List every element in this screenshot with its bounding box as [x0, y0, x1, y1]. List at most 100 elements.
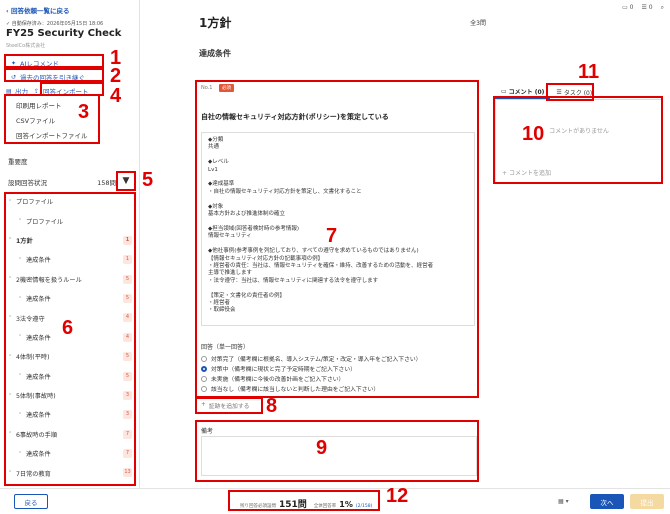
chevron-icon: ⌃: [18, 256, 23, 263]
importance-label[interactable]: 重要度: [8, 156, 28, 166]
required-badge: 必須: [219, 84, 234, 92]
tree-item-label: 達成条件: [26, 334, 51, 342]
unanswered-count-badge: 4: [123, 313, 132, 323]
answer-label: 回答（単一回答）: [201, 344, 250, 351]
chevron-icon: ⌃: [18, 450, 23, 457]
tree-item-label: 1方針: [16, 237, 33, 245]
chevron-icon: ⌃: [8, 276, 13, 283]
question-detail[interactable]: ◆分類 共通 ◆レベル Lv1 ◆達成基準 ・自社の情報セキュリティ対応方針を策…: [201, 132, 475, 326]
answer-option[interactable]: 未実施（備考欄に今後の改善計画をご記入下さい）: [201, 374, 344, 383]
plus-icon: +: [201, 402, 206, 408]
question-count: 全3問: [470, 20, 486, 27]
add-evidence-button[interactable]: + 証跡を追加する: [195, 398, 265, 412]
callout-6: 6: [62, 317, 74, 339]
tab-task[interactable]: ☰ タスク (0): [550, 86, 598, 99]
tree-subcategory[interactable]: ⌃ 達成条件 5: [4, 289, 138, 308]
callout-4: 4: [110, 85, 122, 107]
tree-category[interactable]: ⌃ 1方針 1: [4, 231, 138, 250]
question-text: 自社の情報セキュリティ対応方針(ポリシー)を策定している: [201, 113, 389, 121]
unanswered-count-badge: 5: [123, 293, 132, 303]
tree-category[interactable]: ⌃ 7日常の教育 13: [4, 463, 138, 482]
page-title: 1方針: [199, 16, 232, 30]
tree-subcategory[interactable]: ⌃ 達成条件 1: [4, 250, 138, 269]
tree-item-label: 6事故時の手順: [16, 431, 58, 439]
comment-counter[interactable]: ▭ 0: [622, 4, 633, 12]
autosave-status: ✓ 自動保存済み：2026年05月15日 18:06: [6, 21, 104, 27]
tree-category[interactable]: ⌃ プロファイル: [4, 192, 138, 211]
history-icon: ↺: [10, 73, 17, 81]
tree-subcategory[interactable]: ⌃ 達成条件 5: [4, 367, 138, 386]
chevron-icon: ⌃: [8, 431, 13, 438]
unanswered-count-badge: 7: [123, 429, 132, 439]
tab-comment[interactable]: ▭ コメント (0): [495, 86, 551, 99]
export-option-import-file[interactable]: 回答インポートファイル: [10, 127, 102, 142]
callout-11: 11: [578, 61, 600, 83]
memo-input[interactable]: [201, 436, 477, 476]
tree-subcategory[interactable]: ⌃ 達成条件 3: [4, 405, 138, 424]
tree-item-label: 達成条件: [26, 412, 51, 420]
unanswered-count-badge: 1: [123, 255, 132, 265]
empty-comment-message: コメントがありません: [549, 128, 609, 135]
main-content: 1方針 全3問 達成条件 No.1 必須 自社の情報セキュリティ対応方針(ポリシ…: [141, 0, 490, 488]
next-button[interactable]: 次へ: [590, 494, 624, 509]
chevron-icon: ⌃: [18, 295, 23, 302]
callout-9: 9: [316, 437, 328, 459]
export-import-row: ▤ 出力 ⇪ 回答インポート: [6, 86, 89, 97]
callout-7: 7: [326, 225, 338, 247]
chevron-icon: ⌃: [8, 237, 13, 244]
back-to-list-link[interactable]: ‹ 回答依頼一覧に戻る: [6, 5, 69, 15]
back-button[interactable]: 戻る: [14, 494, 48, 509]
answer-status-row: 設問回答状況 158問: [8, 179, 116, 187]
attachment-icon[interactable]: ⌕: [661, 4, 664, 12]
chevron-icon: ⌃: [8, 353, 13, 360]
task-icon: ☰: [641, 4, 647, 11]
answer-option[interactable]: 該当なし（備考欄に該当しないと判断した理由をご記入下さい）: [201, 384, 379, 393]
copy-past-answers-link[interactable]: ↺ 過去の回答を引き継ぐ: [10, 72, 85, 83]
sparkle-icon: ✦: [10, 59, 17, 67]
answer-option[interactable]: 対策完了（備考欄に根拠名、導入システム/策定・改定・導入年をご記入下さい）: [201, 354, 421, 363]
tree-item-label: 2機密情報を扱うルール: [16, 276, 82, 284]
check-title: FY25 Security Check: [6, 28, 122, 39]
unanswered-count-badge: 1: [123, 235, 132, 245]
tree-category[interactable]: ⌃ 6事故時の手順 7: [4, 425, 138, 444]
callout-5: 5: [142, 169, 154, 191]
tree-item-label: プロファイル: [26, 218, 64, 226]
tree-category[interactable]: ⌃ 2機密情報を扱うルール 5: [4, 270, 138, 289]
chevron-icon: ⌃: [8, 198, 13, 205]
progress-summary: 残り回答必須設問 151問 全体回答率 1% (2/158): [240, 500, 373, 510]
task-icon: ☰: [556, 89, 562, 96]
tree-item-label: 7日常の教育: [16, 470, 51, 478]
upload-icon: ⇪: [34, 87, 40, 95]
unanswered-count-badge: 5: [123, 274, 132, 284]
submit-button[interactable]: 提出: [630, 494, 664, 509]
radio-selected-icon: [201, 365, 207, 372]
ai-recommend-link[interactable]: ✦ AIレコメンド: [10, 58, 59, 69]
chevron-icon: ⌃: [8, 470, 13, 477]
question-number: No.1: [201, 85, 213, 91]
tree-subcategory[interactable]: ⌃ プロファイル: [4, 211, 138, 230]
add-comment-button[interactable]: + コメントを追加: [502, 168, 551, 177]
section-title: 達成条件: [199, 49, 231, 58]
tree-item-label: 3法令遵守: [16, 315, 45, 323]
chevron-icon: ⌃: [18, 411, 23, 418]
view-toggle-icon[interactable]: ▦ ▾: [558, 498, 569, 505]
filter-icon[interactable]: ▼: [120, 175, 132, 187]
comment-panel: コメントがありません + コメントを追加: [495, 100, 663, 184]
chevron-icon: ⌃: [18, 218, 23, 225]
organization-name: SteelCo株式会社: [6, 43, 46, 49]
unanswered-count-badge: 7: [123, 449, 132, 459]
task-counter[interactable]: ☰ 0: [641, 4, 652, 12]
tree-item-label: 4体制(平時): [16, 354, 50, 362]
import-button[interactable]: ⇪ 回答インポート: [34, 86, 89, 97]
callout-8: 8: [266, 395, 278, 417]
unanswered-count-badge: 3: [123, 390, 132, 400]
answer-option[interactable]: 対策中（備考欄に現状と完了予定時期をご記入下さい）: [201, 364, 356, 373]
tree-category[interactable]: ⌃ 4体制(平時) 5: [4, 347, 138, 366]
export-button[interactable]: ▤ 出力: [6, 86, 28, 97]
bottom-bar: 戻る 残り回答必須設問 151問 全体回答率 1% (2/158) ▦ ▾ 次へ…: [0, 488, 670, 514]
chevron-icon: ⌃: [18, 334, 23, 341]
tree-item-label: 達成条件: [26, 373, 51, 381]
tree-category[interactable]: ⌃ 5体制(事故時) 3: [4, 386, 138, 405]
tree-subcategory[interactable]: ⌃ 達成条件 7: [4, 444, 138, 463]
tree-item-label: 達成条件: [26, 257, 51, 265]
